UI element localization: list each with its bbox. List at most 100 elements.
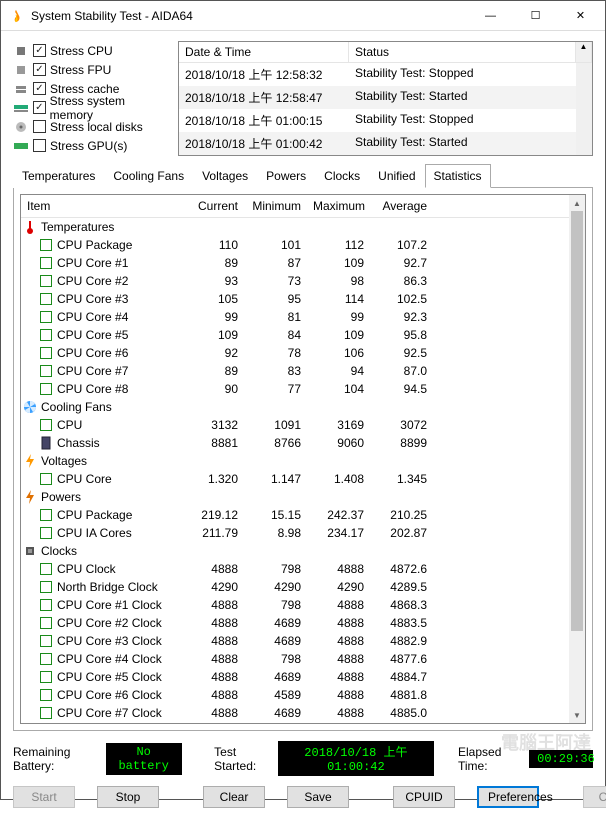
stat-row[interactable]: CPU Core #7 Clock4888468948884885.0 [21, 704, 585, 722]
save-button[interactable]: Save [287, 786, 349, 808]
group-clocks[interactable]: Clocks [21, 542, 585, 560]
stat-row[interactable]: CPU Core #789839487.0 [21, 362, 585, 380]
item-checkbox-icon [40, 293, 52, 305]
tab-clocks[interactable]: Clocks [315, 164, 369, 188]
stats-scrollbar[interactable]: ▲ ▼ [569, 195, 585, 723]
maximize-button[interactable]: ☐ [513, 1, 558, 31]
item-icon [39, 418, 53, 432]
item-checkbox-icon [40, 509, 52, 521]
val-current: 4888 [181, 722, 244, 724]
stop-button[interactable]: Stop [97, 786, 159, 808]
tab-unified[interactable]: Unified [369, 164, 424, 188]
tab-voltages[interactable]: Voltages [193, 164, 257, 188]
tab-temperatures[interactable]: Temperatures [13, 164, 104, 188]
stat-row[interactable]: CPU Core #4 Clock488879848884877.6 [21, 650, 585, 668]
preferences-button[interactable]: Preferences [477, 786, 539, 808]
stat-row[interactable]: CPU Package110101112107.2 [21, 236, 585, 254]
group-temperatures[interactable]: Temperatures [21, 218, 585, 236]
stress-stress-fpu[interactable]: Stress FPU [13, 60, 168, 79]
val-average: 87.0 [370, 362, 433, 380]
item-icon [39, 328, 53, 342]
item-icon [39, 562, 53, 576]
minimize-button[interactable]: — [468, 1, 513, 31]
start-button[interactable]: Start [13, 786, 75, 808]
stat-row[interactable]: CPU Core #8907710494.5 [21, 380, 585, 398]
group-name: Cooling Fans [41, 399, 112, 415]
cpuid-button[interactable]: CPUID [393, 786, 455, 808]
val-current: 211.79 [181, 524, 244, 542]
item-icon [39, 706, 53, 720]
checkbox[interactable] [33, 63, 46, 76]
checkbox[interactable] [33, 139, 46, 152]
stat-row[interactable]: CPU Core #499819992.3 [21, 308, 585, 326]
log-row[interactable]: 2018/10/18 上午 01:00:42Stability Test: St… [179, 132, 592, 155]
val-average: 94.5 [370, 380, 433, 398]
clear-button[interactable]: Clear [203, 786, 265, 808]
close-dialog-button[interactable]: Close [583, 786, 606, 808]
tab-cooling-fans[interactable]: Cooling Fans [104, 164, 193, 188]
stat-row[interactable]: CPU Clock488879848884872.6 [21, 560, 585, 578]
val-current: 4290 [181, 578, 244, 596]
val-average: 102.5 [370, 290, 433, 308]
log-col-time[interactable]: Date & Time [179, 42, 349, 62]
elapsed-label: Elapsed Time: [458, 745, 521, 773]
stat-row[interactable]: CPU3132109131693072 [21, 416, 585, 434]
group-powers[interactable]: Powers [21, 488, 585, 506]
scroll-down-icon[interactable]: ▼ [569, 707, 585, 723]
log-row[interactable]: 2018/10/18 上午 12:58:47Stability Test: St… [179, 86, 592, 109]
stat-row[interactable]: CPU Core #310595114102.5 [21, 290, 585, 308]
stat-row[interactable]: Chassis8881876690608899 [21, 434, 585, 452]
col-maximum[interactable]: Maximum [307, 195, 370, 217]
stat-row[interactable]: CPU Core #6927810692.5 [21, 344, 585, 362]
group-cooling-fans[interactable]: Cooling Fans [21, 398, 585, 416]
log-scroll-up[interactable]: ▲ [576, 42, 592, 62]
started-label: Test Started: [214, 745, 270, 773]
val-average: 4883.5 [370, 614, 433, 632]
checkbox[interactable] [33, 44, 46, 57]
stress-stress-system-memory[interactable]: Stress system memory [13, 98, 168, 117]
item-checkbox-icon [40, 329, 52, 341]
val-maximum: 112 [307, 236, 370, 254]
stat-row[interactable]: CPU Core #293739886.3 [21, 272, 585, 290]
val-current: 219.12 [181, 506, 244, 524]
battery-label: Remaining Battery: [13, 745, 98, 773]
item-name: CPU Core #5 [57, 327, 128, 343]
col-average[interactable]: Average [370, 195, 433, 217]
stat-row[interactable]: CPU Core #3 Clock4888468948884882.9 [21, 632, 585, 650]
checkbox[interactable] [33, 101, 46, 114]
stat-row[interactable]: CPU Core #1898710992.7 [21, 254, 585, 272]
stat-row[interactable]: CPU Core #1 Clock488879848884868.3 [21, 596, 585, 614]
checkbox[interactable] [33, 82, 46, 95]
stat-row[interactable]: CPU Core #8 Clock4888468948884885.3 [21, 722, 585, 724]
col-minimum[interactable]: Minimum [244, 195, 307, 217]
stat-row[interactable]: CPU Core1.3201.1471.4081.345 [21, 470, 585, 488]
stat-row[interactable]: CPU Core #6 Clock4888458948884881.8 [21, 686, 585, 704]
close-button[interactable]: ✕ [558, 1, 603, 31]
stat-row[interactable]: CPU IA Cores211.798.98234.17202.87 [21, 524, 585, 542]
item-name: CPU Core #4 [57, 309, 128, 325]
log-time: 2018/10/18 上午 12:58:47 [179, 86, 349, 109]
log-row[interactable]: 2018/10/18 上午 01:00:15Stability Test: St… [179, 109, 592, 132]
stress-stress-gpu-s-[interactable]: Stress GPU(s) [13, 136, 168, 155]
col-current[interactable]: Current [181, 195, 244, 217]
stress-stress-cpu[interactable]: Stress CPU [13, 41, 168, 60]
log-row[interactable]: 2018/10/18 上午 12:58:32Stability Test: St… [179, 63, 592, 86]
val-average: 92.7 [370, 254, 433, 272]
checkbox[interactable] [33, 120, 46, 133]
col-item[interactable]: Item [21, 195, 181, 217]
log-col-status[interactable]: Status [349, 42, 576, 62]
stat-row[interactable]: North Bridge Clock4290429042904289.5 [21, 578, 585, 596]
scroll-thumb[interactable] [571, 211, 583, 631]
group-voltages[interactable]: Voltages [21, 452, 585, 470]
tab-statistics[interactable]: Statistics [425, 164, 491, 188]
stat-row[interactable]: CPU Core #2 Clock4888468948884883.5 [21, 614, 585, 632]
stress-label: Stress GPU(s) [50, 139, 127, 153]
stat-row[interactable]: CPU Core #51098410995.8 [21, 326, 585, 344]
stat-row[interactable]: CPU Core #5 Clock4888468948884884.7 [21, 668, 585, 686]
scroll-up-icon[interactable]: ▲ [569, 195, 585, 211]
tab-powers[interactable]: Powers [257, 164, 315, 188]
stat-row[interactable]: CPU Package219.1215.15242.37210.25 [21, 506, 585, 524]
val-maximum: 99 [307, 308, 370, 326]
val-current: 4888 [181, 686, 244, 704]
item-checkbox-icon [40, 581, 52, 593]
